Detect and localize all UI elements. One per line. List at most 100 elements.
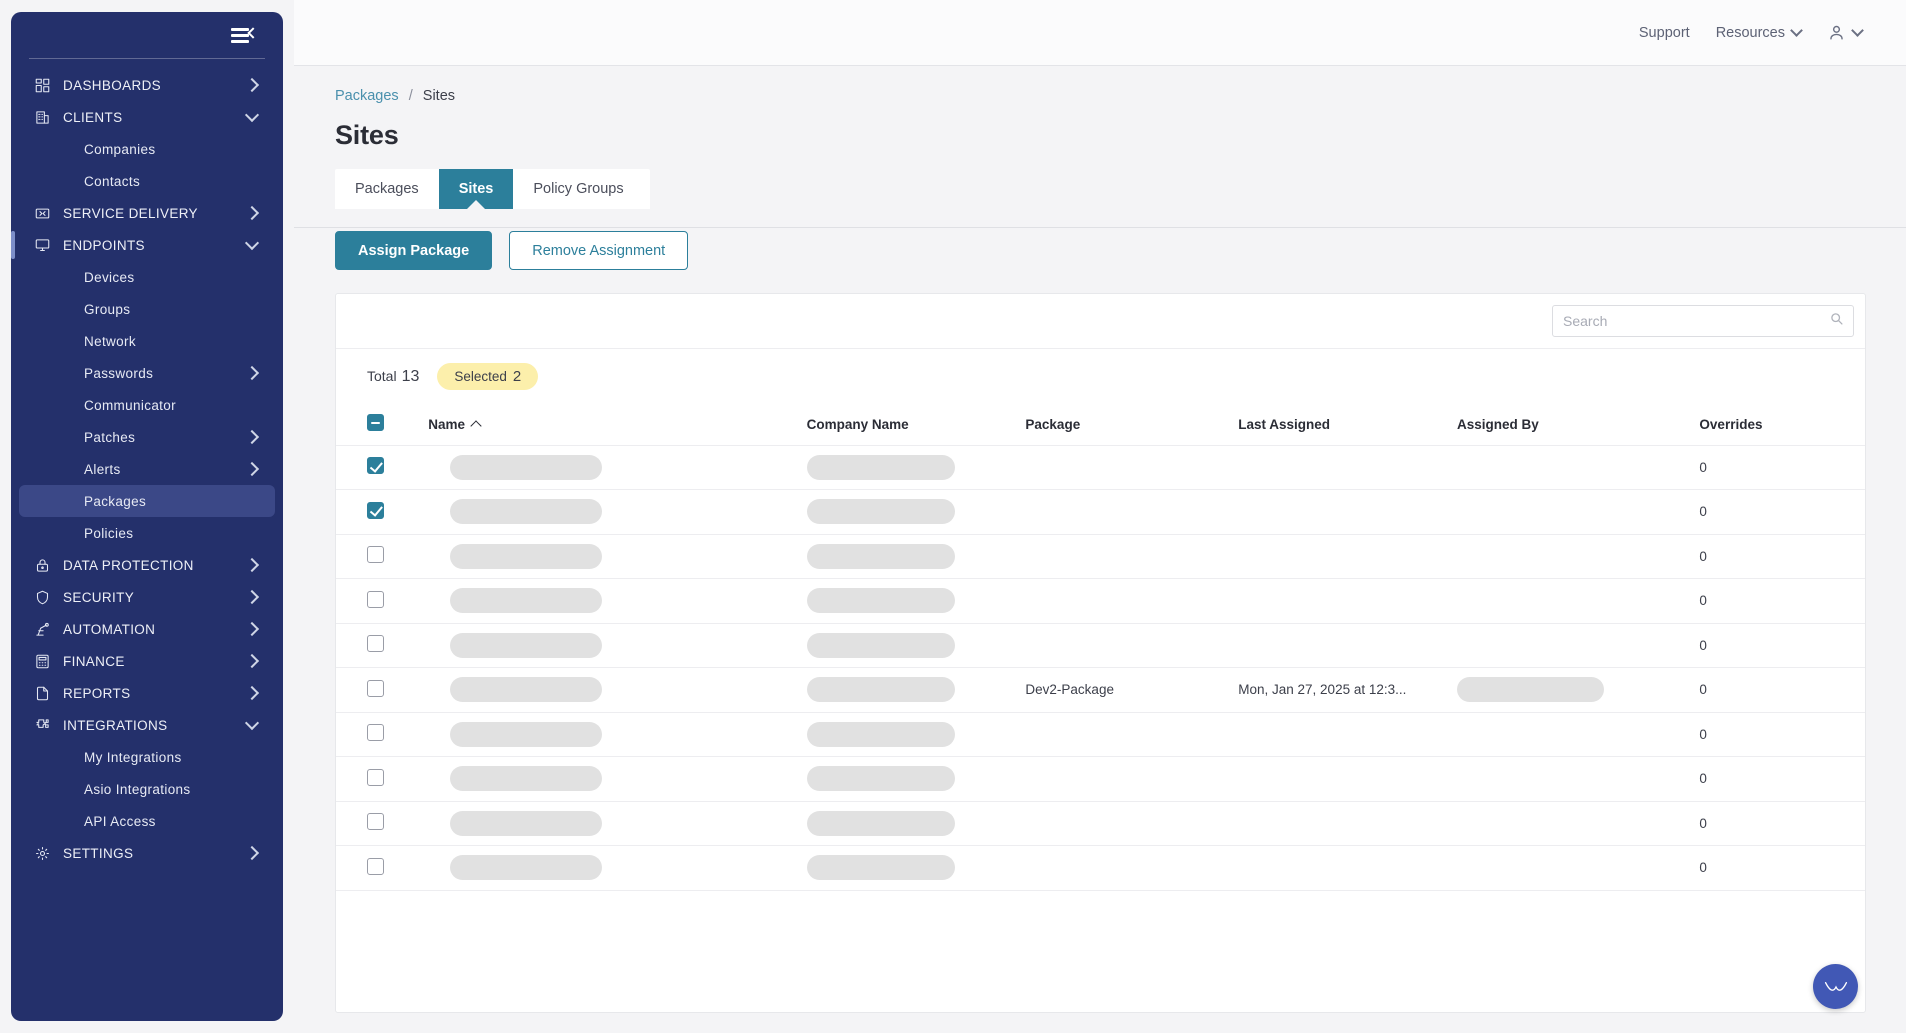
sidebar-item-contacts[interactable]: Contacts — [19, 165, 275, 197]
row-checkbox[interactable] — [367, 635, 384, 652]
table-row[interactable]: 0 — [336, 490, 1865, 535]
sidebar-item-integrations[interactable]: INTEGRATIONS — [19, 709, 275, 741]
sidebar-item-policies[interactable]: Policies — [19, 517, 275, 549]
sidebar-item-asio-integrations[interactable]: Asio Integrations — [19, 773, 275, 805]
chevron-right-icon — [245, 686, 259, 700]
search-input[interactable] — [1563, 313, 1830, 329]
row-checkbox[interactable] — [367, 724, 384, 741]
cell-name — [428, 801, 806, 846]
th-company[interactable]: Company Name — [807, 404, 1026, 445]
sidebar-item-reports[interactable]: REPORTS — [19, 677, 275, 709]
sidebar-item-groups[interactable]: Groups — [19, 293, 275, 325]
assign-package-button[interactable]: Assign Package — [335, 231, 492, 270]
row-checkbox[interactable] — [367, 769, 384, 786]
sidebar-item-endpoints[interactable]: ENDPOINTS — [19, 229, 275, 261]
tab-policy-groups[interactable]: Policy Groups — [513, 169, 643, 209]
sidebar-item-data-protection[interactable]: DATA PROTECTION — [19, 549, 275, 581]
row-checkbox[interactable] — [367, 546, 384, 563]
table-row[interactable]: 0 — [336, 445, 1865, 490]
table-row[interactable]: 0 — [336, 579, 1865, 624]
th-name[interactable]: Name — [428, 404, 806, 445]
remove-assignment-button[interactable]: Remove Assignment — [509, 231, 688, 270]
sidebar-item-alerts[interactable]: Alerts — [19, 453, 275, 485]
sidebar-item-label: API Access — [84, 814, 261, 829]
row-checkbox-cell — [336, 668, 428, 713]
table-summary: Total13 Selected2 — [336, 349, 1865, 404]
sidebar-item-patches[interactable]: Patches — [19, 421, 275, 453]
cell-last-assigned — [1238, 757, 1457, 802]
th-assigned-by[interactable]: Assigned By — [1457, 404, 1699, 445]
th-overrides[interactable]: Overrides — [1699, 404, 1865, 445]
sidebar-item-label: Packages — [84, 494, 261, 509]
search-icon[interactable] — [1830, 312, 1843, 330]
support-link[interactable]: Support — [1639, 25, 1690, 41]
sidebar-item-communicator[interactable]: Communicator — [19, 389, 275, 421]
table-row[interactable]: 0 — [336, 801, 1865, 846]
sidebar-item-packages[interactable]: Packages — [19, 485, 275, 517]
loading-skeleton — [807, 855, 955, 880]
sidebar-item-devices[interactable]: Devices — [19, 261, 275, 293]
sidebar: DASHBOARDSCLIENTSCompaniesContactsSERVIC… — [11, 12, 283, 1021]
sidebar-item-service-delivery[interactable]: SERVICE DELIVERY — [19, 197, 275, 229]
row-checkbox[interactable] — [367, 591, 384, 608]
sidebar-item-automation[interactable]: AUTOMATION — [19, 613, 275, 645]
cell-assigned-by — [1457, 757, 1699, 802]
selected-label: Selected — [454, 369, 507, 384]
sidebar-item-passwords[interactable]: Passwords — [19, 357, 275, 389]
sidebar-header — [11, 12, 283, 58]
table-row[interactable]: Dev2-PackageMon, Jan 27, 2025 at 12:3...… — [336, 668, 1865, 713]
collapse-menu-icon[interactable] — [231, 25, 257, 45]
chevron-down-icon — [245, 236, 259, 250]
th-last-assigned[interactable]: Last Assigned — [1238, 404, 1457, 445]
th-package[interactable]: Package — [1025, 404, 1238, 445]
row-checkbox[interactable] — [367, 502, 384, 519]
select-all-checkbox[interactable] — [367, 414, 384, 431]
row-checkbox[interactable] — [367, 457, 384, 474]
loading-skeleton — [807, 722, 955, 747]
sidebar-item-clients[interactable]: CLIENTS — [19, 101, 275, 133]
sidebar-item-settings[interactable]: SETTINGS — [19, 837, 275, 869]
tab-sites[interactable]: Sites — [439, 169, 514, 209]
sidebar-item-network[interactable]: Network — [19, 325, 275, 357]
cell-overrides-value: 0 — [1699, 727, 1707, 742]
row-checkbox[interactable] — [367, 680, 384, 697]
sidebar-item-label: REPORTS — [63, 686, 247, 701]
search-box[interactable] — [1552, 305, 1854, 337]
cell-overrides: 0 — [1699, 668, 1865, 713]
loading-skeleton — [450, 633, 602, 658]
chevron-right-icon — [245, 846, 259, 860]
cell-overrides-value: 0 — [1699, 504, 1707, 519]
sidebar-item-my-integrations[interactable]: My Integrations — [19, 741, 275, 773]
sidebar-item-security[interactable]: SECURITY — [19, 581, 275, 613]
table-row[interactable]: 0 — [336, 712, 1865, 757]
chevron-down-icon — [245, 108, 259, 122]
tab-packages[interactable]: Packages — [335, 169, 439, 209]
cell-overrides-value: 0 — [1699, 460, 1707, 475]
sidebar-item-dashboards[interactable]: DASHBOARDS — [19, 69, 275, 101]
row-checkbox-cell — [336, 579, 428, 624]
chevron-right-icon — [245, 366, 259, 380]
resources-menu[interactable]: Resources — [1716, 25, 1801, 41]
sidebar-item-finance[interactable]: FINANCE — [19, 645, 275, 677]
sort-ascending-icon — [470, 420, 481, 431]
row-checkbox[interactable] — [367, 858, 384, 875]
sidebar-item-api-access[interactable]: API Access — [19, 805, 275, 837]
sidebar-item-companies[interactable]: Companies — [19, 133, 275, 165]
sidebar-item-label: SECURITY — [63, 590, 247, 605]
chat-launcher-button[interactable] — [1813, 964, 1858, 1009]
row-checkbox-cell — [336, 445, 428, 490]
table-row[interactable]: 0 — [336, 623, 1865, 668]
row-checkbox[interactable] — [367, 813, 384, 830]
cell-last-assigned — [1238, 846, 1457, 891]
table-row[interactable]: 0 — [336, 534, 1865, 579]
table-row[interactable]: 0 — [336, 757, 1865, 802]
table-row[interactable]: 0 — [336, 846, 1865, 891]
breadcrumb-packages[interactable]: Packages — [335, 88, 399, 104]
tabs-wrapper: PackagesSitesPolicy Groups — [294, 169, 1906, 209]
account-menu[interactable] — [1827, 23, 1862, 42]
cell-assigned-by — [1457, 801, 1699, 846]
cell-assigned-by — [1457, 445, 1699, 490]
page-title: Sites — [294, 104, 1906, 151]
ticket-icon — [31, 205, 53, 221]
cell-package — [1025, 757, 1238, 802]
